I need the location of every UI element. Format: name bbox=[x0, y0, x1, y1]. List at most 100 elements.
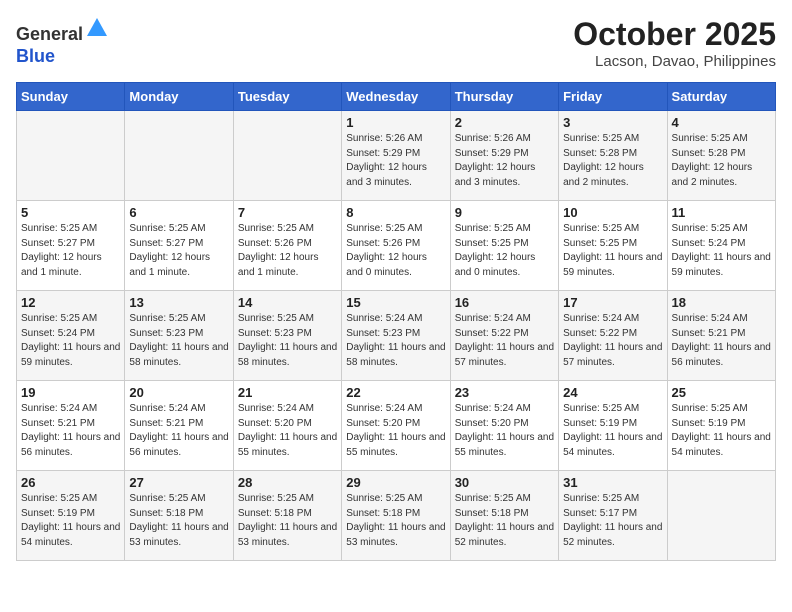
cell-info: Sunrise: 5:24 AM Sunset: 5:21 PM Dayligh… bbox=[21, 402, 120, 460]
day-number: 20 bbox=[129, 385, 228, 400]
col-header-wednesday: Wednesday bbox=[342, 83, 450, 111]
day-number: 31 bbox=[563, 475, 662, 490]
day-number: 11 bbox=[672, 205, 771, 220]
calendar-cell: 21 Sunrise: 5:24 AM Sunset: 5:20 PM Dayli… bbox=[233, 381, 341, 471]
cell-info: Sunrise: 5:25 AM Sunset: 5:24 PM Dayligh… bbox=[21, 312, 120, 370]
col-header-sunday: Sunday bbox=[17, 83, 125, 111]
calendar-cell: 6Sunrise: 5:25 AM Sunset: 5:27 PM Daylig… bbox=[125, 201, 233, 291]
day-number: 3 bbox=[563, 115, 662, 130]
cell-info: Sunrise: 5:25 AM Sunset: 5:18 PM Dayligh… bbox=[455, 492, 554, 550]
calendar-cell bbox=[125, 111, 233, 201]
page-header: General Blue October 2025 Lacson, Davao,… bbox=[16, 16, 776, 70]
cell-info: Sunrise: 5:24 AM Sunset: 5:22 PM Dayligh… bbox=[563, 312, 662, 370]
logo-blue-text: Blue bbox=[16, 46, 55, 66]
day-number: 12 bbox=[21, 295, 120, 310]
day-number: 9 bbox=[455, 205, 554, 220]
calendar-cell: 20 Sunrise: 5:24 AM Sunset: 5:21 PM Dayli… bbox=[125, 381, 233, 471]
calendar-cell: 31 Sunrise: 5:25 AM Sunset: 5:17 PM Dayli… bbox=[559, 471, 667, 561]
calendar-row-2: 5 Sunrise: 5:25 AM Sunset: 5:27 PM Daylig… bbox=[17, 201, 776, 291]
day-number: 5 bbox=[21, 205, 120, 220]
cell-info: Sunrise: 5:25 AM Sunset: 5:24 PM Dayligh… bbox=[672, 222, 771, 280]
calendar-cell: 18 Sunrise: 5:24 AM Sunset: 5:21 PM Dayli… bbox=[667, 291, 775, 381]
cell-info: Sunrise: 5:25 AM Sunset: 5:18 PM Dayligh… bbox=[346, 492, 445, 550]
col-header-friday: Friday bbox=[559, 83, 667, 111]
cell-info: Sunrise: 5:25 AM Sunset: 5:23 PM Dayligh… bbox=[129, 312, 228, 370]
day-number: 23 bbox=[455, 385, 554, 400]
day-number: 30 bbox=[455, 475, 554, 490]
calendar-cell: 19 Sunrise: 5:24 AM Sunset: 5:21 PM Dayli… bbox=[17, 381, 125, 471]
calendar-table: SundayMondayTuesdayWednesdayThursdayFrid… bbox=[16, 82, 776, 561]
day-number: 22 bbox=[346, 385, 445, 400]
day-number: 10 bbox=[563, 205, 662, 220]
cell-info: Sunrise: 5:24 AM Sunset: 5:21 PM Dayligh… bbox=[672, 312, 771, 370]
day-number: 4 bbox=[672, 115, 771, 130]
calendar-cell: 22Sunrise: 5:24 AM Sunset: 5:20 PM Dayli… bbox=[342, 381, 450, 471]
day-number: 18 bbox=[672, 295, 771, 310]
cell-info: Sunrise: 5:25 AM Sunset: 5:19 PM Dayligh… bbox=[672, 402, 771, 460]
cell-info: Sunrise: 5:24 AM Sunset: 5:21 PM Dayligh… bbox=[129, 402, 228, 460]
day-number: 1 bbox=[346, 115, 445, 130]
cell-info: Sunrise: 5:25 AM Sunset: 5:18 PM Dayligh… bbox=[238, 492, 337, 550]
logo-icon bbox=[85, 16, 109, 40]
day-number: 26 bbox=[21, 475, 120, 490]
calendar-cell: 28Sunrise: 5:25 AM Sunset: 5:18 PM Dayli… bbox=[233, 471, 341, 561]
calendar-cell: 8 Sunrise: 5:25 AM Sunset: 5:26 PM Daylig… bbox=[342, 201, 450, 291]
calendar-cell: 26 Sunrise: 5:25 AM Sunset: 5:19 PM Dayli… bbox=[17, 471, 125, 561]
logo-general-text: General bbox=[16, 24, 83, 44]
cell-info: Sunrise: 5:25 AM Sunset: 5:27 PM Dayligh… bbox=[129, 222, 228, 280]
calendar-cell: 30 Sunrise: 5:25 AM Sunset: 5:18 PM Dayli… bbox=[450, 471, 558, 561]
location-title: Lacson, Davao, Philippines bbox=[573, 53, 776, 70]
day-number: 27 bbox=[129, 475, 228, 490]
day-number: 14 bbox=[238, 295, 337, 310]
day-number: 21 bbox=[238, 385, 337, 400]
cell-info: Sunrise: 5:25 AM Sunset: 5:28 PM Dayligh… bbox=[563, 132, 662, 190]
calendar-row-3: 12 Sunrise: 5:25 AM Sunset: 5:24 PM Dayli… bbox=[17, 291, 776, 381]
day-number: 8 bbox=[346, 205, 445, 220]
month-title: October 2025 bbox=[573, 16, 776, 53]
day-number: 24 bbox=[563, 385, 662, 400]
calendar-cell: 1 Sunrise: 5:26 AM Sunset: 5:29 PM Daylig… bbox=[342, 111, 450, 201]
calendar-cell: 17Sunrise: 5:24 AM Sunset: 5:22 PM Dayli… bbox=[559, 291, 667, 381]
calendar-cell: 29 Sunrise: 5:25 AM Sunset: 5:18 PM Dayli… bbox=[342, 471, 450, 561]
calendar-header-row: SundayMondayTuesdayWednesdayThursdayFrid… bbox=[17, 83, 776, 111]
day-number: 16 bbox=[455, 295, 554, 310]
calendar-cell: 10 Sunrise: 5:25 AM Sunset: 5:25 PM Dayli… bbox=[559, 201, 667, 291]
cell-info: Sunrise: 5:26 AM Sunset: 5:29 PM Dayligh… bbox=[455, 132, 554, 190]
day-number: 15 bbox=[346, 295, 445, 310]
day-number: 19 bbox=[21, 385, 120, 400]
calendar-cell: 12 Sunrise: 5:25 AM Sunset: 5:24 PM Dayli… bbox=[17, 291, 125, 381]
calendar-cell: 9 Sunrise: 5:25 AM Sunset: 5:25 PM Daylig… bbox=[450, 201, 558, 291]
cell-info: Sunrise: 5:24 AM Sunset: 5:20 PM Dayligh… bbox=[455, 402, 554, 460]
cell-info: Sunrise: 5:25 AM Sunset: 5:26 PM Dayligh… bbox=[346, 222, 445, 280]
logo: General Blue bbox=[16, 16, 109, 67]
cell-info: Sunrise: 5:26 AM Sunset: 5:29 PM Dayligh… bbox=[346, 132, 445, 190]
calendar-cell: 13 Sunrise: 5:25 AM Sunset: 5:23 PM Dayli… bbox=[125, 291, 233, 381]
calendar-cell bbox=[17, 111, 125, 201]
col-header-monday: Monday bbox=[125, 83, 233, 111]
calendar-cell: 27 Sunrise: 5:25 AM Sunset: 5:18 PM Dayli… bbox=[125, 471, 233, 561]
calendar-cell: 24Sunrise: 5:25 AM Sunset: 5:19 PM Dayli… bbox=[559, 381, 667, 471]
col-header-thursday: Thursday bbox=[450, 83, 558, 111]
cell-info: Sunrise: 5:25 AM Sunset: 5:25 PM Dayligh… bbox=[455, 222, 554, 280]
calendar-cell: 23 Sunrise: 5:24 AM Sunset: 5:20 PM Dayli… bbox=[450, 381, 558, 471]
calendar-cell: 2 Sunrise: 5:26 AM Sunset: 5:29 PM Daylig… bbox=[450, 111, 558, 201]
calendar-cell bbox=[233, 111, 341, 201]
calendar-cell: 3 Sunrise: 5:25 AM Sunset: 5:28 PM Daylig… bbox=[559, 111, 667, 201]
cell-info: Sunrise: 5:25 AM Sunset: 5:19 PM Dayligh… bbox=[21, 492, 120, 550]
day-number: 29 bbox=[346, 475, 445, 490]
day-number: 7 bbox=[238, 205, 337, 220]
calendar-row-1: 1 Sunrise: 5:26 AM Sunset: 5:29 PM Daylig… bbox=[17, 111, 776, 201]
calendar-cell: 14 Sunrise: 5:25 AM Sunset: 5:23 PM Dayli… bbox=[233, 291, 341, 381]
calendar-cell: 7Sunrise: 5:25 AM Sunset: 5:26 PM Daylig… bbox=[233, 201, 341, 291]
cell-info: Sunrise: 5:24 AM Sunset: 5:20 PM Dayligh… bbox=[238, 402, 337, 460]
calendar-cell: 5Sunrise: 5:25 AM Sunset: 5:27 PM Daylig… bbox=[17, 201, 125, 291]
calendar-cell: 4Sunrise: 5:25 AM Sunset: 5:28 PM Daylig… bbox=[667, 111, 775, 201]
day-number: 2 bbox=[455, 115, 554, 130]
cell-info: Sunrise: 5:25 AM Sunset: 5:25 PM Dayligh… bbox=[563, 222, 662, 280]
cell-info: Sunrise: 5:25 AM Sunset: 5:17 PM Dayligh… bbox=[563, 492, 662, 550]
cell-info: Sunrise: 5:25 AM Sunset: 5:23 PM Dayligh… bbox=[238, 312, 337, 370]
day-number: 13 bbox=[129, 295, 228, 310]
cell-info: Sunrise: 5:25 AM Sunset: 5:18 PM Dayligh… bbox=[129, 492, 228, 550]
calendar-cell: 15Sunrise: 5:24 AM Sunset: 5:23 PM Dayli… bbox=[342, 291, 450, 381]
col-header-saturday: Saturday bbox=[667, 83, 775, 111]
